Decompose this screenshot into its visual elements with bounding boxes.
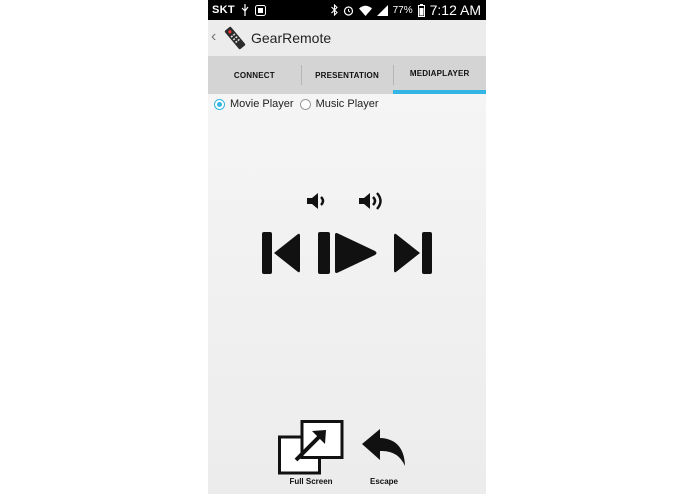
carrier-label: SKT <box>212 4 235 16</box>
battery-icon <box>417 3 425 17</box>
movie-player-radio[interactable] <box>214 98 225 110</box>
status-time: 7:12 AM <box>429 2 481 18</box>
full-screen-label: Full Screen <box>289 477 333 486</box>
music-player-radio[interactable] <box>299 98 311 110</box>
back-chevron-icon[interactable]: ‹ <box>211 28 216 46</box>
tab-presentation[interactable]: PRESENTATION <box>300 56 394 94</box>
signal-icon <box>376 4 388 16</box>
mediaplayer-panel: Movie Player Music Player Full Screen Es… <box>208 94 486 494</box>
usb-icon <box>241 4 249 16</box>
action-bar: ‹ GearRemote <box>208 20 486 56</box>
volume-up-icon[interactable] <box>358 189 392 218</box>
tab-mediaplayer[interactable]: MEDIAPLAYER <box>393 56 486 94</box>
gallery-icon <box>254 4 266 16</box>
full-screen-icon[interactable] <box>278 420 344 476</box>
music-player-label[interactable]: Music Player <box>316 98 379 110</box>
music-player-option[interactable]: Music Player <box>299 98 379 110</box>
escape-icon[interactable] <box>360 428 408 468</box>
app-title: GearRemote <box>251 30 332 46</box>
tab-connect[interactable]: CONNECT <box>208 56 301 94</box>
tab-bar: CONNECT PRESENTATION MEDIAPLAYER <box>208 56 486 94</box>
movie-player-option[interactable]: Movie Player <box>214 98 294 110</box>
skip-next-icon[interactable] <box>394 232 432 279</box>
movie-player-label[interactable]: Movie Player <box>230 98 294 110</box>
remote-control-icon[interactable] <box>222 25 248 56</box>
volume-down-icon[interactable] <box>306 191 332 216</box>
play-pause-icon[interactable] <box>318 232 378 279</box>
skip-previous-icon[interactable] <box>262 232 300 279</box>
alarm-icon <box>343 5 354 16</box>
player-mode-group: Movie Player Music Player <box>214 98 385 110</box>
wifi-icon <box>358 5 372 16</box>
phone-screen: SKT 77% 7:12 AM ‹ GearRemote CONNECT PRE… <box>208 0 486 494</box>
battery-percent: 77% <box>392 4 413 16</box>
escape-label: Escape <box>369 477 399 486</box>
status-bar: SKT 77% 7:12 AM <box>208 0 486 20</box>
bluetooth-icon <box>330 4 338 16</box>
